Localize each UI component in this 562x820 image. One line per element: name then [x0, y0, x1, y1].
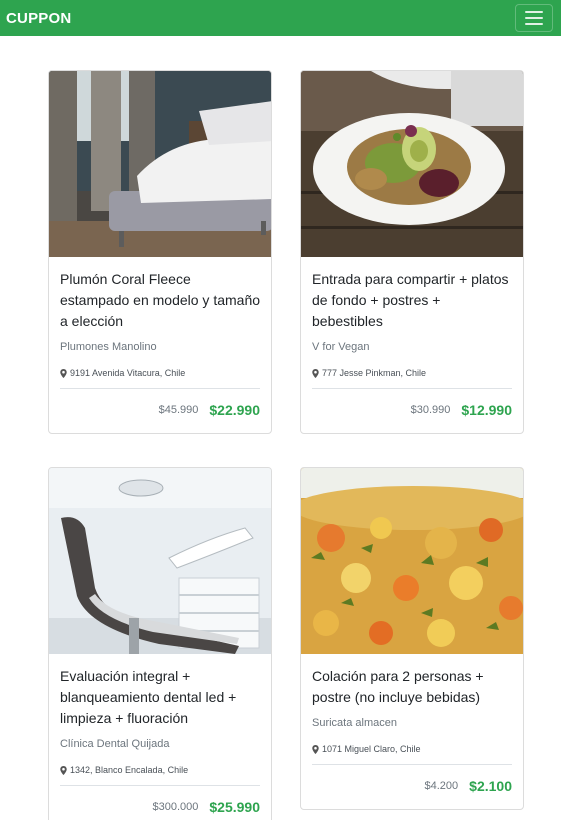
deal-card[interactable]: Colación para 2 personas + postre (no in…: [300, 467, 524, 810]
original-price: $4.200: [424, 780, 459, 792]
deal-address-text: 777 Jesse Pinkman, Chile: [322, 368, 427, 378]
discount-price: $22.990: [209, 402, 260, 418]
hamburger-icon-line: [525, 17, 543, 19]
map-pin-icon: [312, 744, 319, 754]
deal-address: 9191 Avenida Vitacura, Chile: [60, 368, 260, 378]
deal-address: 777 Jesse Pinkman, Chile: [312, 368, 512, 378]
deal-vendor: V for Vegan: [312, 341, 370, 353]
deal-address: 1071 Miguel Claro, Chile: [312, 744, 512, 754]
discount-price: $2.100: [469, 778, 512, 794]
deal-vendor: Suricata almacen: [312, 717, 397, 729]
discount-price: $12.990: [461, 402, 512, 418]
map-pin-icon: [312, 368, 319, 378]
deal-card[interactable]: Entrada para compartir + platos de fondo…: [300, 70, 524, 434]
original-price: $30.990: [410, 404, 451, 416]
vegetable-dish-photo[interactable]: [301, 468, 523, 654]
deal-prices: $300.000 $25.990: [60, 786, 261, 820]
deal-title[interactable]: Entrada para compartir + platos de fondo…: [312, 269, 512, 332]
deal-prices: $30.990 $12.990: [312, 389, 512, 431]
dental-chair-photo[interactable]: [49, 468, 271, 654]
deal-vendor: Plumones Manolino: [60, 341, 157, 353]
hamburger-icon-line: [525, 11, 543, 13]
deal-vendor: Clínica Dental Quijada: [60, 738, 170, 750]
deal-address-text: 1342, Blanco Encalada, Chile: [70, 765, 189, 775]
map-pin-icon: [60, 368, 67, 378]
bedroom-photo[interactable]: [49, 71, 271, 257]
deal-title[interactable]: Colación para 2 personas + postre (no in…: [312, 666, 512, 708]
deal-card[interactable]: Plumón Coral Fleece estampado en modelo …: [48, 70, 272, 434]
original-price: $45.990: [158, 404, 199, 416]
menu-toggle-button[interactable]: [515, 4, 553, 32]
deal-title[interactable]: Plumón Coral Fleece estampado en modelo …: [60, 269, 260, 332]
original-price: $300.000: [152, 801, 199, 813]
deal-title[interactable]: Evaluación integral + blanqueamiento den…: [60, 666, 260, 729]
map-pin-icon: [60, 765, 67, 775]
deal-prices: $4.200 $2.100: [312, 765, 512, 807]
deal-address-text: 1071 Miguel Claro, Chile: [322, 744, 421, 754]
discount-price: $25.990: [209, 799, 260, 815]
brand-logo[interactable]: CUPPON: [6, 10, 71, 27]
deal-address: 1342, Blanco Encalada, Chile: [60, 765, 260, 775]
deal-prices: $45.990 $22.990: [60, 389, 260, 431]
hamburger-icon-line: [525, 23, 543, 25]
navbar: CUPPON: [0, 0, 561, 36]
salad-bowl-photo[interactable]: [301, 71, 523, 257]
deal-card[interactable]: Evaluación integral + blanqueamiento den…: [48, 467, 272, 820]
deal-address-text: 9191 Avenida Vitacura, Chile: [70, 368, 186, 378]
